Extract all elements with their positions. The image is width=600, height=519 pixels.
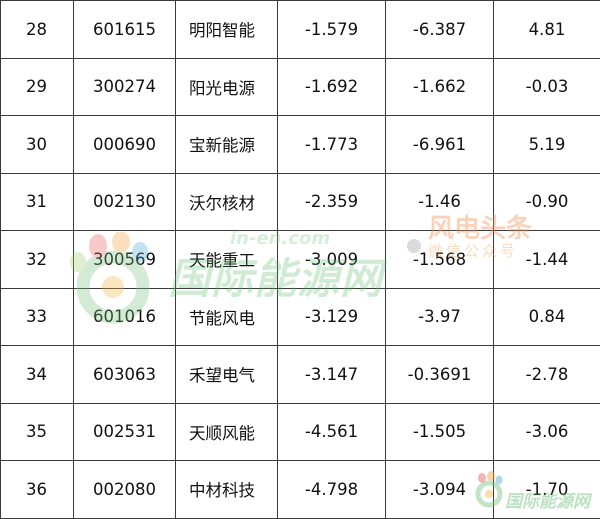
stock-table: 28 601615 明阳智能 -1.579 -6.387 4.81 29 300… — [0, 0, 600, 519]
stock-code-cell: 300274 — [74, 58, 176, 116]
value1-cell: -2.359 — [278, 173, 386, 231]
rank-cell: 34 — [1, 346, 74, 404]
rank-cell: 29 — [1, 58, 74, 116]
table-row: 29 300274 阳光电源 -1.692 -1.662 -0.03 — [1, 58, 600, 116]
value1-cell: -4.561 — [278, 403, 386, 461]
table-row: 32 300569 天能重工 -3.009 -1.568 -1.44 — [1, 231, 600, 289]
value1-cell: -3.009 — [278, 231, 386, 289]
value1-cell: -3.147 — [278, 346, 386, 404]
value2-cell: -1.46 — [386, 173, 494, 231]
value3-cell: -0.90 — [494, 173, 600, 231]
company-name-cell: 禾望电气 — [176, 346, 278, 404]
value3-cell: -3.06 — [494, 403, 600, 461]
table-row: 30 000690 宝新能源 -1.773 -6.961 5.19 — [1, 116, 600, 174]
table-row: 34 603063 禾望电气 -3.147 -0.3691 -2.78 — [1, 346, 600, 404]
stock-code-cell: 601615 — [74, 1, 176, 59]
company-name-cell: 阳光电源 — [176, 58, 278, 116]
rank-cell: 30 — [1, 116, 74, 174]
company-name-cell: 天能重工 — [176, 231, 278, 289]
rank-cell: 35 — [1, 403, 74, 461]
rank-cell: 31 — [1, 173, 74, 231]
stock-code-cell: 300569 — [74, 231, 176, 289]
value3-cell: -0.03 — [494, 58, 600, 116]
value1-cell: -1.692 — [278, 58, 386, 116]
company-name-cell: 宝新能源 — [176, 116, 278, 174]
rank-cell: 28 — [1, 1, 74, 59]
value1-cell: -1.579 — [278, 1, 386, 59]
value3-cell: 5.19 — [494, 116, 600, 174]
stock-code-cell: 601016 — [74, 288, 176, 346]
value2-cell: -6.387 — [386, 1, 494, 59]
table-row: 28 601615 明阳智能 -1.579 -6.387 4.81 — [1, 1, 600, 59]
value3-cell: -2.78 — [494, 346, 600, 404]
stock-code-cell: 002130 — [74, 173, 176, 231]
value3-cell: -1.44 — [494, 231, 600, 289]
value2-cell: -1.662 — [386, 58, 494, 116]
value1-cell: -4.798 — [278, 461, 386, 519]
company-name-cell: 天顺风能 — [176, 403, 278, 461]
value3-cell: 0.84 — [494, 288, 600, 346]
table-row: 33 601016 节能风电 -3.129 -3.97 0.84 — [1, 288, 600, 346]
value1-cell: -3.129 — [278, 288, 386, 346]
value2-cell: -3.97 — [386, 288, 494, 346]
value2-cell: -6.961 — [386, 116, 494, 174]
value3-cell: -1.70 — [494, 461, 600, 519]
stock-code-cell: 002531 — [74, 403, 176, 461]
company-name-cell: 节能风电 — [176, 288, 278, 346]
company-name-cell: 中材科技 — [176, 461, 278, 519]
rank-cell: 36 — [1, 461, 74, 519]
value3-cell: 4.81 — [494, 1, 600, 59]
value2-cell: -1.568 — [386, 231, 494, 289]
value2-cell: -0.3691 — [386, 346, 494, 404]
company-name-cell: 沃尔核材 — [176, 173, 278, 231]
table-row: 31 002130 沃尔核材 -2.359 -1.46 -0.90 — [1, 173, 600, 231]
table-row: 35 002531 天顺风能 -4.561 -1.505 -3.06 — [1, 403, 600, 461]
rank-cell: 32 — [1, 231, 74, 289]
table-row: 36 002080 中材科技 -4.798 -3.094 -1.70 — [1, 461, 600, 519]
value1-cell: -1.773 — [278, 116, 386, 174]
value2-cell: -3.094 — [386, 461, 494, 519]
stock-code-cell: 000690 — [74, 116, 176, 174]
rank-cell: 33 — [1, 288, 74, 346]
company-name-cell: 明阳智能 — [176, 1, 278, 59]
stock-code-cell: 002080 — [74, 461, 176, 519]
value2-cell: -1.505 — [386, 403, 494, 461]
stock-code-cell: 603063 — [74, 346, 176, 404]
